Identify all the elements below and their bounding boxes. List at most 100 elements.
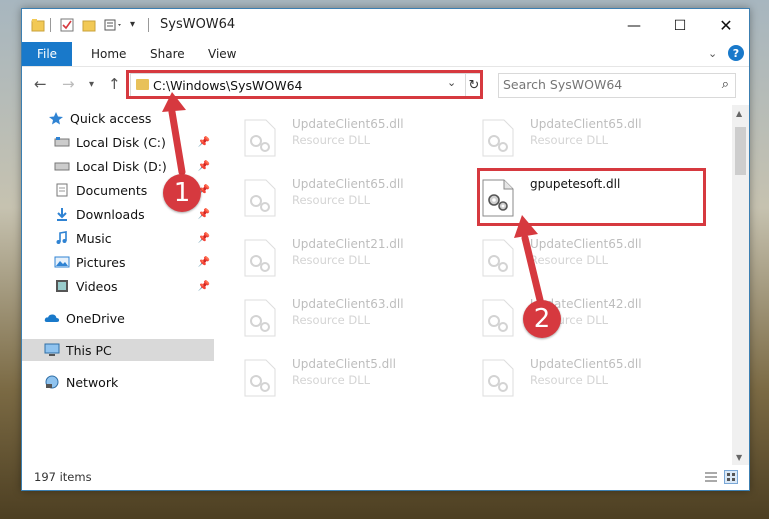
pin-icon[interactable]: 📌 bbox=[198, 209, 210, 220]
file-item[interactable]: UpdateClient65.dll Resource DLL bbox=[244, 175, 464, 227]
file-item[interactable]: UpdateClient21.dll Resource DLL bbox=[244, 235, 464, 287]
tab-share[interactable]: Share bbox=[150, 47, 185, 61]
maximize-button[interactable]: ☐ bbox=[657, 9, 703, 42]
sidebar-item-label: Videos bbox=[76, 278, 118, 294]
tab-file[interactable]: File bbox=[22, 42, 72, 66]
qat-dropdown-icon[interactable]: ▾ bbox=[130, 19, 135, 30]
pin-icon[interactable]: 📌 bbox=[198, 161, 210, 172]
sidebar-item-local-disk-c[interactable]: Local Disk (C:) 📌 bbox=[22, 131, 214, 153]
dll-file-icon bbox=[482, 119, 514, 157]
details-view-icon[interactable] bbox=[704, 470, 718, 484]
this-pc-icon bbox=[44, 343, 60, 357]
sidebar-item-label: OneDrive bbox=[66, 310, 125, 326]
sidebar-item-label: Downloads bbox=[76, 206, 145, 222]
file-type: Resource DLL bbox=[530, 133, 609, 147]
search-input[interactable] bbox=[499, 74, 703, 95]
sidebar-item-videos[interactable]: Videos 📌 bbox=[22, 275, 214, 297]
dll-file-icon bbox=[244, 299, 276, 337]
file-item[interactable]: UpdateClient65.dll Resource DLL bbox=[244, 115, 464, 167]
file-name: UpdateClient5.dll bbox=[292, 357, 396, 371]
vertical-scrollbar[interactable]: ▲ ▼ bbox=[732, 105, 749, 465]
sidebar-item-label: Pictures bbox=[76, 254, 126, 270]
onedrive-icon bbox=[44, 311, 60, 325]
window-title: SysWOW64 bbox=[160, 17, 236, 32]
scroll-down-icon[interactable]: ▼ bbox=[736, 453, 742, 462]
file-name: UpdateClient21.dll bbox=[292, 237, 404, 251]
music-icon bbox=[54, 231, 70, 245]
sidebar-item-pictures[interactable]: Pictures 📌 bbox=[22, 251, 214, 273]
dll-file-icon bbox=[482, 299, 514, 337]
file-type: Resource DLL bbox=[292, 133, 371, 147]
drive-icon bbox=[54, 135, 70, 149]
dll-file-icon bbox=[244, 179, 276, 217]
sidebar-item-label: Music bbox=[76, 230, 112, 246]
folder-icon bbox=[31, 18, 45, 32]
dll-file-icon bbox=[482, 239, 514, 277]
sidebar-item-label: Local Disk (D:) bbox=[76, 158, 167, 174]
dll-file-icon bbox=[244, 239, 276, 277]
ribbon-tabs: File Home Share View ⌄ ? bbox=[22, 42, 749, 67]
file-name: UpdateClient63.dll bbox=[292, 297, 404, 311]
properties-icon[interactable] bbox=[60, 18, 74, 32]
status-bar: 197 items bbox=[22, 465, 749, 490]
dll-file-icon bbox=[244, 359, 276, 397]
item-count: 197 items bbox=[34, 470, 92, 484]
file-name: UpdateClient65.dll bbox=[292, 117, 404, 131]
network-icon bbox=[44, 375, 60, 389]
title-divider bbox=[148, 18, 149, 32]
file-highlight-box bbox=[477, 168, 706, 226]
file-item[interactable]: UpdateClient65.dll Resource DLL bbox=[482, 235, 702, 287]
file-item[interactable]: UpdateClient65.dll Resource DLL bbox=[482, 355, 702, 407]
help-icon[interactable]: ? bbox=[728, 45, 744, 61]
pin-icon[interactable]: 📌 bbox=[198, 137, 210, 148]
search-icon[interactable]: ⌕ bbox=[722, 77, 729, 92]
title-bar: ▾ SysWOW64 — ☐ ✕ bbox=[22, 9, 749, 42]
forward-arrow-icon[interactable]: → bbox=[62, 75, 75, 93]
pin-icon[interactable]: 📌 bbox=[198, 257, 210, 268]
navigation-pane: Quick access Local Disk (C:) 📌 Local Dis… bbox=[22, 105, 220, 457]
documents-icon bbox=[54, 183, 70, 197]
search-box[interactable]: ⌕ bbox=[498, 73, 736, 98]
tab-view[interactable]: View bbox=[208, 47, 236, 61]
address-highlight-box bbox=[126, 70, 483, 99]
file-type: Resource DLL bbox=[530, 373, 609, 387]
file-list: UpdateClient65.dll Resource DLL UpdateCl… bbox=[232, 105, 732, 457]
pin-icon[interactable]: 📌 bbox=[198, 233, 210, 244]
large-icons-view-icon[interactable] bbox=[724, 470, 738, 484]
file-item[interactable]: UpdateClient63.dll Resource DLL bbox=[244, 295, 464, 347]
sidebar-item-this-pc[interactable]: This PC bbox=[22, 339, 214, 361]
callout-badge-2: 2 bbox=[523, 300, 561, 338]
expand-ribbon-icon[interactable]: ⌄ bbox=[708, 47, 717, 60]
videos-icon bbox=[54, 279, 70, 293]
sidebar-item-music[interactable]: Music 📌 bbox=[22, 227, 214, 249]
close-button[interactable]: ✕ bbox=[703, 9, 749, 42]
pin-icon[interactable]: 📌 bbox=[198, 281, 210, 292]
file-item[interactable]: UpdateClient65.dll Resource DLL bbox=[482, 115, 702, 167]
sidebar-item-label: Documents bbox=[76, 182, 148, 198]
minimize-button[interactable]: — bbox=[611, 9, 657, 42]
sidebar-item-label: Network bbox=[66, 374, 119, 390]
sidebar-item-label: Quick access bbox=[70, 110, 152, 126]
scrollbar-thumb[interactable] bbox=[735, 127, 746, 175]
sidebar-item-onedrive[interactable]: OneDrive bbox=[22, 307, 214, 329]
back-arrow-icon[interactable]: ← bbox=[34, 75, 47, 93]
file-name: UpdateClient65.dll bbox=[530, 237, 642, 251]
customize-qat-icon[interactable] bbox=[104, 18, 124, 32]
pictures-icon bbox=[54, 255, 70, 269]
callout-badge-1: 1 bbox=[163, 174, 201, 212]
file-item[interactable]: UpdateClient5.dll Resource DLL bbox=[244, 355, 464, 407]
file-explorer-window: ▾ SysWOW64 — ☐ ✕ File Home Share View ⌄ … bbox=[21, 8, 750, 491]
star-icon bbox=[48, 111, 64, 125]
tab-home[interactable]: Home bbox=[91, 47, 126, 61]
drive-icon bbox=[54, 159, 70, 173]
sidebar-item-network[interactable]: Network bbox=[22, 371, 214, 393]
scroll-up-icon[interactable]: ▲ bbox=[736, 109, 742, 118]
recent-locations-icon[interactable]: ▾ bbox=[89, 79, 94, 90]
dll-file-icon bbox=[482, 359, 514, 397]
sidebar-item-quick-access[interactable]: Quick access bbox=[22, 107, 214, 129]
sidebar-item-label: Local Disk (C:) bbox=[76, 134, 166, 150]
up-arrow-icon[interactable]: ↑ bbox=[108, 75, 121, 93]
file-type: Resource DLL bbox=[292, 193, 371, 207]
file-item[interactable]: UpdateClient42.dll Resource DLL bbox=[482, 295, 702, 347]
new-folder-icon[interactable] bbox=[82, 18, 96, 32]
